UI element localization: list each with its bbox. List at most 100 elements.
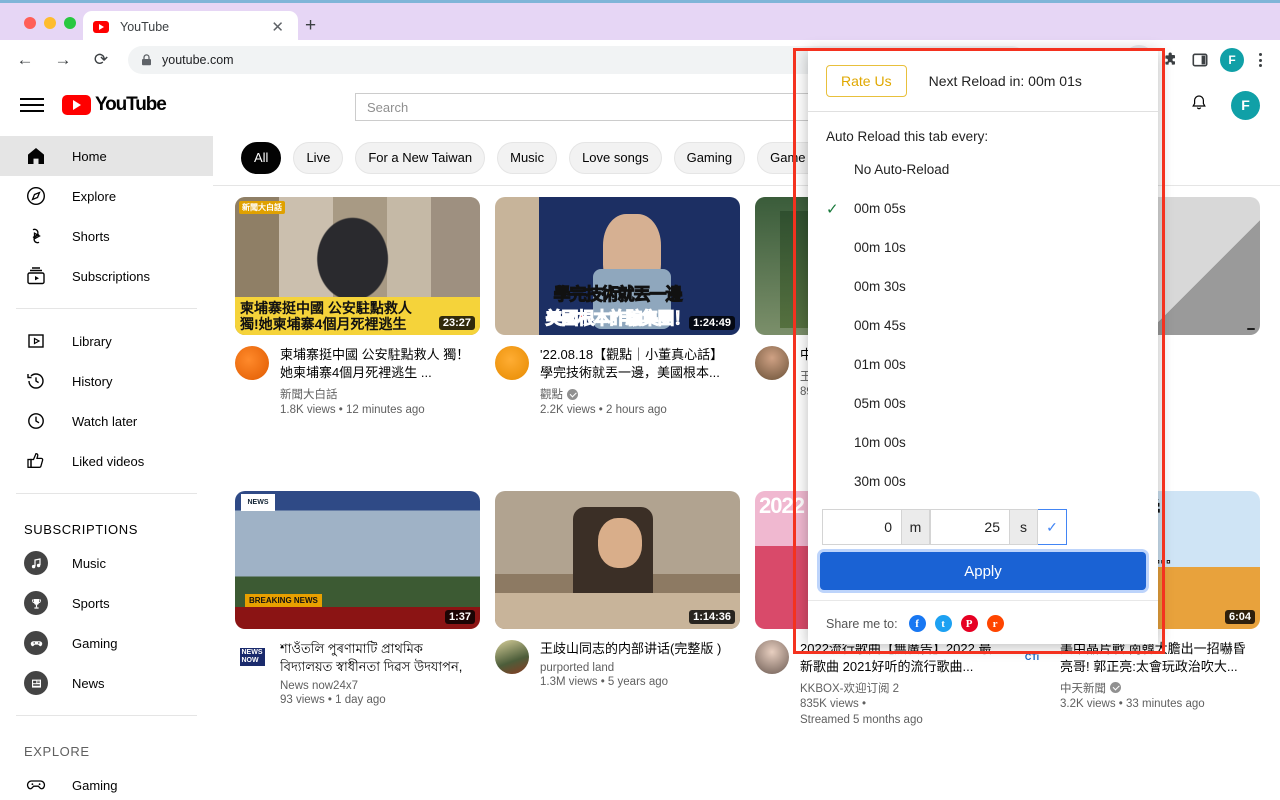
channel-avatar[interactable]: CTi [1015, 640, 1049, 674]
youtube-logo[interactable]: YouTube [62, 94, 166, 116]
sidebar-item-music[interactable]: Music [0, 543, 213, 583]
sidebar-item-liked-videos[interactable]: Liked videos [0, 441, 213, 481]
chip-love-songs[interactable]: Love songs [569, 142, 662, 174]
thumbs-up-icon [24, 449, 48, 473]
history-icon [24, 369, 48, 393]
option-00m-05s[interactable]: ✓ 00m 05s [808, 189, 1158, 228]
chip-music[interactable]: Music [497, 142, 557, 174]
video-stats-secondary: Streamed 5 months ago [800, 712, 996, 728]
option-00m-10s[interactable]: 00m 10s [808, 228, 1158, 267]
gamepad-icon [24, 631, 48, 655]
channel-name[interactable]: 新聞大白話 [280, 386, 476, 402]
option-00m-30s[interactable]: 00m 30s [808, 267, 1158, 306]
url-text: youtube.com [162, 53, 234, 67]
video-thumbnail[interactable]: 新聞大白話 柬埔寨挺中國 公安駐點救人 獨!她柬埔寨4個月死裡逃生 23:27 [235, 197, 480, 335]
forward-icon[interactable]: → [48, 45, 78, 75]
sidebar-item-label: Gaming [72, 778, 118, 793]
video-title[interactable]: 2022流行歌曲【無廣告】2022 最新歌曲 2021好听的流行歌曲... [800, 640, 996, 676]
option-10m-00s[interactable]: 10m 00s [808, 423, 1158, 462]
sidebar-item-history[interactable]: History [0, 361, 213, 401]
extensions-puzzle-icon[interactable] [1156, 46, 1184, 74]
apply-button[interactable]: Apply [820, 552, 1146, 590]
chip-gaming[interactable]: Gaming [674, 142, 746, 174]
sidebar-item-news[interactable]: News [0, 663, 213, 703]
video-thumbnail[interactable]: 學完技術就丟一邊 美國根本詐騙集團！ 1:24:49 [495, 197, 740, 335]
video-title[interactable]: '22.08.18【觀點｜小董真心話】學完技術就丟一邊，美國根本... [540, 346, 736, 382]
youtube-play-icon [62, 95, 91, 115]
back-icon[interactable]: ← [10, 45, 40, 75]
option-01m-00s[interactable]: 01m 00s [808, 345, 1158, 384]
channel-name[interactable]: News now24x7 [280, 680, 476, 692]
home-icon [24, 144, 48, 168]
option-00m-45s[interactable]: 00m 45s [808, 306, 1158, 345]
chrome-menu-icon[interactable] [1248, 53, 1272, 67]
sidebar-item-explore[interactable]: Explore [0, 176, 213, 216]
chip-for-a-new-taiwan[interactable]: For a New Taiwan [355, 142, 485, 174]
video-thumbnail[interactable]: 1:14:36 [495, 491, 740, 629]
maximize-window-button[interactable] [64, 17, 76, 29]
share-label: Share me to: [826, 617, 898, 631]
sidebar-item-gaming-sub[interactable]: Gaming [0, 623, 213, 663]
channel-label: KKBOX-欢迎订阅 2 [800, 680, 899, 696]
profile-avatar[interactable]: F [1220, 48, 1244, 72]
chip-live[interactable]: Live [293, 142, 343, 174]
custom-confirm-button[interactable]: ✓ [1038, 509, 1067, 545]
channel-avatar[interactable] [495, 346, 529, 380]
close-window-button[interactable] [24, 17, 36, 29]
channel-name[interactable]: purported land [540, 662, 736, 674]
video-title[interactable]: 美中晶片戰 南韓大膽出一招嚇昏亮哥! 郭正亮:太會玩政治吹大... [1060, 640, 1256, 676]
custom-minutes-input[interactable]: 0 [822, 509, 902, 545]
sidebar-item-subscriptions[interactable]: Subscriptions [0, 256, 213, 296]
channel-avatar[interactable] [755, 640, 789, 674]
video-card[interactable]: 學完技術就丟一邊 美國根本詐騙集團！ 1:24:49 '22.08.18【觀點｜… [495, 197, 755, 477]
option-label: 00m 45s [854, 318, 906, 333]
channel-avatar[interactable]: NEWSNOW [235, 640, 269, 674]
search-input[interactable]: Search [355, 93, 810, 121]
side-panel-icon[interactable] [1186, 46, 1214, 74]
channel-name[interactable]: 觀點 [540, 386, 736, 402]
video-title[interactable]: শাওঁতলি পুৰণামাটি প্ৰাথমিক বিদ্যালয়ত স্… [280, 640, 476, 676]
sidebar-divider [16, 715, 197, 716]
rate-us-button[interactable]: Rate Us [826, 65, 907, 97]
reddit-icon[interactable]: r [987, 615, 1004, 632]
sidebar-item-gaming-explore[interactable]: Gaming [0, 765, 213, 800]
option-no-auto-reload[interactable]: No Auto-Reload [808, 150, 1158, 189]
twitter-icon[interactable]: t [935, 615, 952, 632]
search-bar[interactable]: Search [355, 93, 810, 121]
channel-name[interactable]: 中天新聞 [1060, 680, 1256, 696]
video-card[interactable]: 新聞大白話 柬埔寨挺中國 公安駐點救人 獨!她柬埔寨4個月死裡逃生 23:27 … [235, 197, 495, 477]
notifications-bell-icon[interactable] [1189, 93, 1209, 118]
channel-name[interactable]: KKBOX-欢迎订阅 2 [800, 680, 996, 696]
option-30m-00s[interactable]: 30m 00s [808, 462, 1158, 501]
sidebar-item-library[interactable]: Library [0, 321, 213, 361]
close-icon[interactable]: ✕ [267, 18, 288, 37]
video-stats: 835K views • [800, 696, 996, 712]
video-title[interactable]: 柬埔寨挺中國 公安駐點救人 獨！她柬埔寨4個月死裡逃生 ... [280, 346, 476, 382]
chip-all[interactable]: All [241, 142, 281, 174]
pinterest-icon[interactable]: P [961, 615, 978, 632]
video-card[interactable]: 1:14:36 王歧山同志的内部讲话(完整版 ) purported land … [495, 491, 755, 787]
facebook-icon[interactable]: f [909, 615, 926, 632]
option-05m-00s[interactable]: 05m 00s [808, 384, 1158, 423]
channel-avatar[interactable] [495, 640, 529, 674]
video-title[interactable]: 王歧山同志的内部讲话(完整版 ) [540, 640, 736, 658]
check-icon: ✓ [826, 200, 854, 218]
auto-reload-popup: Rate Us Next Reload in: 00m 01s Auto Rel… [808, 50, 1158, 644]
channel-avatar[interactable] [755, 346, 789, 380]
browser-tab-youtube[interactable]: YouTube ✕ [83, 11, 298, 43]
youtube-account-avatar[interactable]: F [1231, 91, 1260, 120]
new-tab-button[interactable]: + [305, 16, 316, 35]
sidebar-item-shorts[interactable]: Shorts [0, 216, 213, 256]
sidebar-section-subscriptions: SUBSCRIPTIONS [0, 506, 213, 543]
reload-icon[interactable]: ⟳ [86, 45, 116, 75]
sidebar-item-sports[interactable]: Sports [0, 583, 213, 623]
sidebar-item-home[interactable]: Home [0, 136, 213, 176]
channel-label: 中天新聞 [1060, 680, 1106, 696]
video-thumbnail[interactable]: NEWS BREAKING NEWS 1:37 [235, 491, 480, 629]
custom-seconds-input[interactable]: 25 [930, 509, 1010, 545]
minimize-window-button[interactable] [44, 17, 56, 29]
menu-icon[interactable] [20, 98, 44, 112]
channel-avatar[interactable] [235, 346, 269, 380]
sidebar-item-watch-later[interactable]: Watch later [0, 401, 213, 441]
video-card[interactable]: NEWS BREAKING NEWS 1:37 NEWSNOW শাওঁতলি … [235, 491, 495, 787]
